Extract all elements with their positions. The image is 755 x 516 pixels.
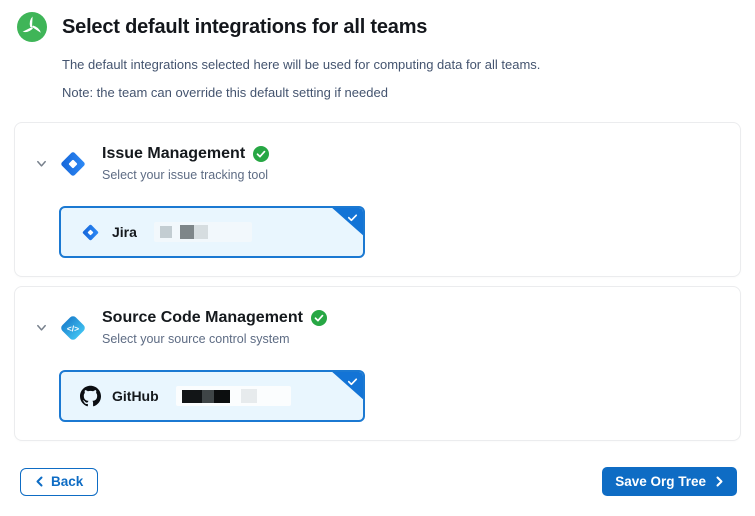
section-title: Issue Management (102, 145, 245, 163)
default-integrations-page: Select default integrations for all team… (0, 0, 755, 496)
integration-name: GitHub (112, 388, 159, 404)
footer-actions: Back Save Org Tree (20, 467, 737, 496)
svg-text:</>: </> (67, 323, 79, 333)
page-description: The default integrations selected here w… (62, 57, 739, 72)
jira-diamond-icon (57, 148, 89, 180)
chevron-right-icon (715, 476, 724, 487)
integration-sections: Issue Management Select your issue track… (14, 122, 741, 441)
green-check-circle-icon (311, 310, 327, 326)
save-org-tree-button[interactable]: Save Org Tree (602, 467, 737, 496)
page-title: Select default integrations for all team… (62, 16, 427, 39)
save-button-label: Save Org Tree (615, 474, 706, 489)
chevron-left-icon (35, 476, 44, 487)
page-note: Note: the team can override this default… (62, 85, 739, 100)
code-diamond-icon: </> (57, 312, 89, 344)
section-source-code-management: </> Source Code Management Select your s… (14, 286, 741, 441)
source-code-management-header: </> Source Code Management Select your s… (34, 309, 720, 346)
chevron-down-icon[interactable] (34, 157, 48, 171)
green-check-circle-icon (253, 146, 269, 162)
jira-icon (80, 222, 101, 243)
section-subtitle: Select your issue tracking tool (102, 168, 269, 182)
redacted-text (176, 386, 291, 406)
app-logo-icon (17, 12, 47, 42)
integration-option-jira[interactable]: Jira (59, 206, 365, 258)
integration-option-github[interactable]: GitHub (59, 370, 365, 422)
selected-check-icon (346, 375, 359, 388)
section-title: Source Code Management (102, 309, 303, 327)
back-button-label: Back (51, 474, 83, 489)
issue-management-header: Issue Management Select your issue track… (34, 145, 720, 182)
back-button[interactable]: Back (20, 468, 98, 496)
section-subtitle: Select your source control system (102, 332, 327, 346)
github-icon (80, 386, 101, 407)
chevron-down-icon[interactable] (34, 321, 48, 335)
section-issue-management: Issue Management Select your issue track… (14, 122, 741, 277)
page-header: Select default integrations for all team… (0, 0, 755, 100)
redacted-text (154, 222, 252, 242)
integration-name: Jira (112, 224, 137, 240)
selected-check-icon (346, 211, 359, 224)
